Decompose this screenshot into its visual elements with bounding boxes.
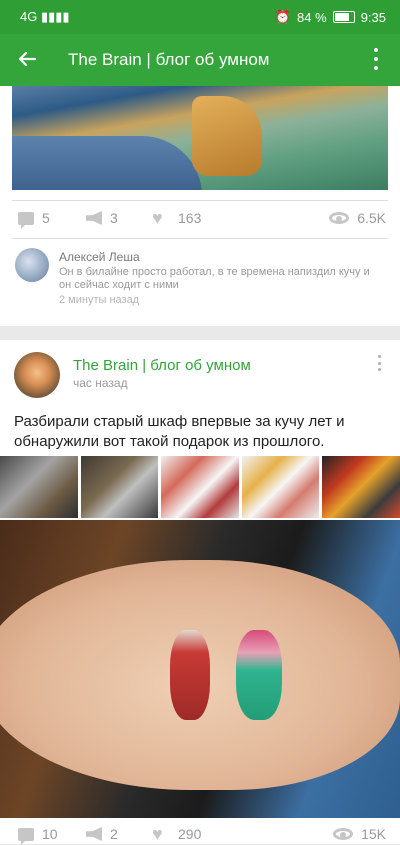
divider	[12, 200, 388, 201]
views-count: 6.5K	[357, 210, 386, 226]
page-title: The Brain | блог об умном	[68, 50, 270, 69]
eye-icon	[333, 828, 354, 840]
comment-text: Он в билайне просто работал, в те времен…	[59, 266, 370, 291]
signal-indicator: 4G ▮▮▮▮	[20, 9, 70, 24]
clock: 9:35	[360, 9, 386, 25]
reposts-count: 2	[110, 826, 118, 842]
like-button[interactable]: ♥ 290	[152, 824, 202, 844]
comment-icon	[18, 827, 34, 845]
avatar[interactable]	[15, 248, 49, 282]
megaphone-icon	[86, 827, 102, 841]
repost-button[interactable]: 2	[86, 826, 118, 842]
photo-thumbnail[interactable]	[322, 456, 400, 518]
like-button[interactable]: ♥ 163	[152, 208, 202, 228]
photo-thumbnail[interactable]	[241, 456, 320, 518]
comment-time: 2 минуты назад	[59, 294, 140, 306]
photo-strip	[0, 456, 400, 518]
more-menu-button[interactable]	[374, 48, 380, 70]
repost-button[interactable]: 3	[86, 210, 118, 226]
megaphone-icon	[86, 211, 102, 225]
views: 6.5K	[329, 210, 386, 226]
comments-count: 5	[42, 210, 50, 226]
post-text: Разбирали старый шкаф впервые за кучу ле…	[14, 413, 345, 450]
avatar[interactable]	[14, 352, 60, 398]
back-button[interactable]	[14, 46, 40, 72]
alarm-icon: ⏰	[274, 9, 292, 24]
post-photo[interactable]	[12, 86, 388, 190]
likes-count: 163	[178, 210, 202, 226]
reposts-count: 3	[110, 210, 118, 226]
comments-count: 10	[42, 826, 58, 842]
more-vertical-icon	[374, 48, 378, 52]
post-stats: 10 2 ♥ 290 15K	[12, 824, 388, 845]
post-time: час назад	[73, 376, 128, 390]
photo-thumbnail[interactable]	[161, 456, 239, 518]
comments-button[interactable]: 10	[18, 826, 58, 845]
post-menu-button[interactable]	[378, 355, 382, 371]
post-main-photo[interactable]	[0, 520, 400, 818]
battery-percent: 84 %	[297, 9, 327, 25]
more-vertical-icon	[378, 355, 381, 358]
views: 15K	[333, 826, 386, 842]
post-card: The Brain | блог об умном час назад Разб…	[0, 340, 400, 845]
views-count: 15K	[361, 826, 386, 842]
photo-thumbnail[interactable]	[80, 456, 159, 518]
post-stats: 5 3 ♥ 163 6.5K	[12, 208, 388, 238]
comment-icon	[18, 211, 34, 229]
app-bar: The Brain | блог об умном	[0, 34, 400, 86]
post-author[interactable]: The Brain | блог об умном	[73, 357, 251, 374]
post-card-previous: 5 3 ♥ 163 6.5K Алексей Леша Он в билайне…	[0, 86, 400, 326]
likes-count: 290	[178, 826, 202, 842]
comments-button[interactable]: 5	[18, 210, 50, 229]
photo-thumbnail[interactable]	[0, 456, 78, 518]
heart-icon: ♥	[152, 824, 163, 844]
arrow-left-icon	[18, 51, 37, 67]
status-bar: 4G ▮▮▮▮ ⏰ 84 % 9:35	[0, 0, 400, 34]
battery-icon	[332, 11, 355, 23]
comment-item[interactable]: Алексей Леша Он в билайне просто работал…	[12, 238, 388, 318]
comment-author[interactable]: Алексей Леша	[59, 250, 140, 264]
heart-icon: ♥	[152, 208, 163, 228]
status-right: ⏰ 84 % 9:35	[275, 9, 386, 25]
eye-icon	[329, 212, 350, 224]
